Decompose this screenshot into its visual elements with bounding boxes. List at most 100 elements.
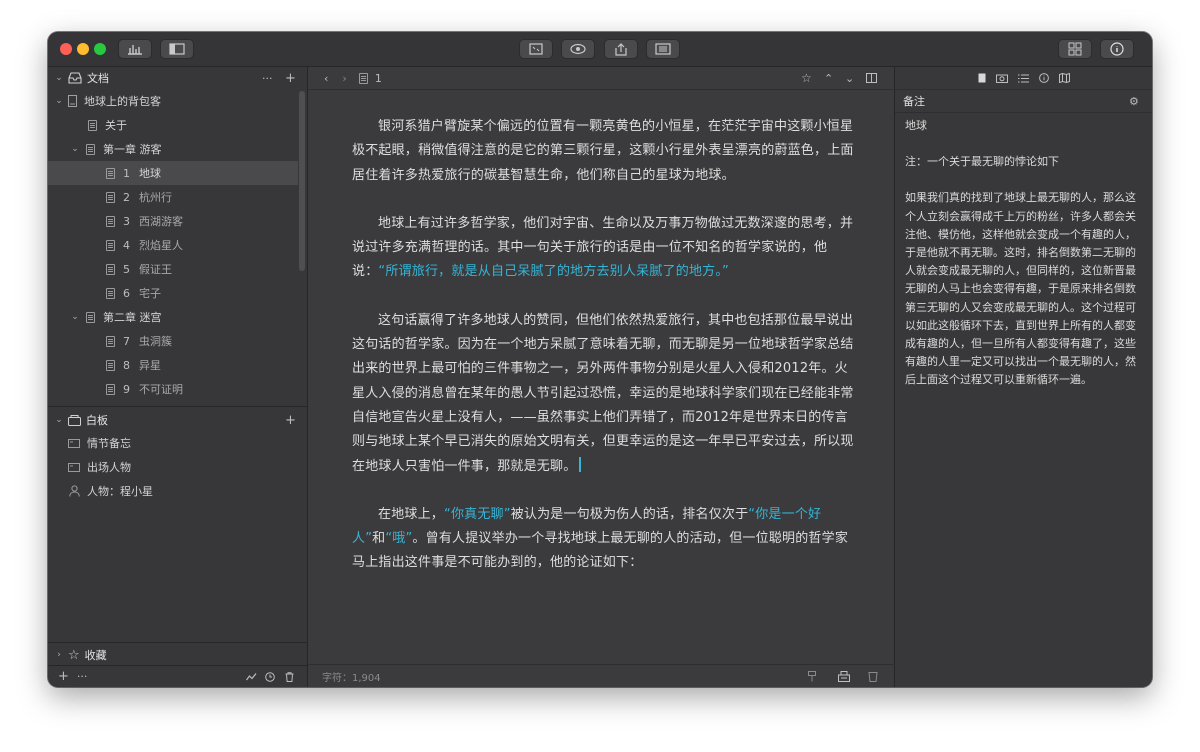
inspector-tabs: [895, 67, 1152, 90]
whiteboard-item-characters[interactable]: 出场人物: [48, 455, 298, 479]
document-icon: [106, 383, 115, 395]
sidebar-item-ch1-2[interactable]: 2 杭州行: [48, 185, 298, 209]
sidebar-item-about[interactable]: 关于: [48, 113, 298, 137]
notes-header-label: 备注: [903, 95, 925, 108]
minimize-button[interactable]: [77, 43, 89, 55]
word-count: 字符：1,904: [322, 672, 381, 684]
zoom-button[interactable]: [94, 43, 106, 55]
clock-icon[interactable]: [265, 671, 275, 682]
item-number: 8: [123, 358, 130, 372]
export-button[interactable]: [604, 39, 638, 59]
sidebar-item-ch2-9[interactable]: 9 不可证明: [48, 377, 298, 401]
chevron-down-icon[interactable]: ⌄: [52, 415, 66, 425]
close-button[interactable]: [60, 43, 72, 55]
add-card-button[interactable]: +: [285, 413, 296, 428]
trend-icon[interactable]: [246, 672, 257, 681]
list-icon[interactable]: [1018, 74, 1029, 83]
folder-document-icon: [86, 311, 95, 323]
item-number: 5: [123, 262, 130, 276]
documents-header-label: 文档: [87, 72, 109, 85]
split-view-icon[interactable]: [866, 73, 877, 83]
whiteboard-item-person[interactable]: 人物：程小星: [48, 479, 298, 503]
document-icon: [88, 119, 97, 131]
text-run: 这句话赢得了许多地球人的赞同，但他们依然热爱旅行，其中也包括那位最早说出这句话的…: [352, 312, 854, 474]
add-button[interactable]: +: [58, 669, 69, 684]
person-icon: [69, 485, 80, 497]
project-label: 地球上的背包客: [84, 95, 161, 108]
more-options-button[interactable]: ···: [262, 72, 273, 85]
app-window: ⌄ 文档 ··· + ⌄ 地球上的背包客 关于 ⌄ 第一章 游客 1 地球 2 …: [48, 32, 1152, 687]
inspector-pane: 备注 ⚙ 地球 注：一个关于最无聊的悖论如下 如果我们真的找到了地球上最无聊的人…: [894, 67, 1152, 687]
chapter-1-folder[interactable]: ⌄ 第一章 游客: [48, 137, 298, 161]
eye-icon: [570, 43, 586, 55]
preview-button[interactable]: [561, 39, 595, 59]
chapter-label: 第二章 迷宫: [103, 311, 162, 324]
sidebar-item-label: 虫洞簇: [139, 335, 172, 348]
sidebar-icon: [169, 43, 185, 55]
notes-header: 备注 ⚙: [895, 90, 1152, 113]
sidebar-item-label: 关于: [105, 119, 127, 132]
item-number: 4: [123, 238, 130, 252]
documents-section-header[interactable]: ⌄ 文档 ··· +: [48, 67, 307, 89]
typewriter-icon[interactable]: [838, 670, 850, 682]
map-icon[interactable]: [1059, 73, 1070, 83]
sidebar-item-ch2-8[interactable]: 8 异星: [48, 353, 298, 377]
text-run: 被认为是一句极为伤人的话，排名仅次于: [510, 506, 749, 522]
highlighted-quote: “哦”: [385, 531, 413, 547]
note-body: 如果我们真的找到了地球上最无聊的人，那么这个人立刻会赢得成千上万的粉丝，许多人都…: [905, 191, 1136, 387]
whiteboard-section-header[interactable]: ⌄ 白板 +: [48, 409, 307, 431]
chevron-down-icon[interactable]: ⌄: [68, 144, 82, 154]
editor-content[interactable]: 银河系猎户臂旋某个偏远的位置有一颗亮黄色的小恒星，在茫茫宇宙中这颗小恒星极不起眼…: [352, 115, 854, 600]
more-button[interactable]: ···: [77, 670, 88, 683]
chevron-right-icon[interactable]: ›: [52, 650, 66, 660]
favorites-section-header[interactable]: › ☆ 收藏: [48, 644, 307, 666]
info-icon[interactable]: [1039, 73, 1049, 83]
toggle-sidebar-button[interactable]: [160, 39, 194, 59]
highlighted-quote: “你真无聊”: [444, 506, 511, 522]
whiteboard-item-plot[interactable]: 情节备忘: [48, 431, 298, 455]
item-number: 1: [123, 166, 130, 180]
section-divider: [48, 642, 307, 643]
list-icon: [655, 43, 671, 55]
project-item[interactable]: ⌄ 地球上的背包客: [48, 89, 298, 113]
focus-mode-button[interactable]: [519, 39, 553, 59]
star-icon: ☆: [68, 647, 80, 663]
add-document-button[interactable]: +: [285, 71, 296, 86]
sidebar-item-ch1-3[interactable]: 3 西湖游客: [48, 209, 298, 233]
section-divider: [48, 406, 307, 407]
goal-icon[interactable]: [868, 671, 878, 682]
outline-button[interactable]: [646, 39, 680, 59]
next-icon[interactable]: ⌄: [845, 72, 854, 85]
sidebar-item-ch1-4[interactable]: 4 烈焰星人: [48, 233, 298, 257]
chevron-down-icon[interactable]: ⌄: [52, 96, 66, 106]
editor-pane: ‹ › 1 ☆ ⌃ ⌄ 银河系猎户臂旋某个偏远的位置有一颗亮黄色的小恒星，在茫茫…: [308, 67, 893, 687]
expand-icon: [529, 43, 543, 55]
library-button[interactable]: [1058, 39, 1092, 59]
sidebar-item-ch1-6[interactable]: 6 宅子: [48, 281, 298, 305]
sidebar-item-ch1-1[interactable]: 1 地球: [48, 161, 298, 185]
inspector-button[interactable]: [1100, 39, 1134, 59]
chapter-2-folder[interactable]: ⌄ 第二章 迷宫: [48, 305, 298, 329]
sidebar-item-label: 不可证明: [139, 383, 183, 396]
sidebar-scrollbar[interactable]: [299, 91, 305, 271]
document-icon: [106, 191, 115, 203]
item-number: 2: [123, 190, 130, 204]
chevron-down-icon[interactable]: ⌄: [52, 73, 66, 83]
title-bar: [48, 32, 1152, 67]
book-icon: [68, 95, 77, 107]
notes-content[interactable]: 地球 注：一个关于最无聊的悖论如下 如果我们真的找到了地球上最无聊的人，那么这个…: [905, 117, 1143, 408]
favorite-star-icon[interactable]: ☆: [801, 71, 812, 85]
chevron-down-icon[interactable]: ⌄: [68, 312, 82, 322]
sidebar-item-ch2-7[interactable]: 7 虫洞簇: [48, 329, 298, 353]
sidebar-item-ch1-5[interactable]: 5 假证王: [48, 257, 298, 281]
text-cursor: [579, 456, 582, 472]
statistics-button[interactable]: [118, 39, 152, 59]
previous-icon[interactable]: ⌃: [824, 72, 833, 85]
note-tab-icon[interactable]: [978, 73, 986, 83]
gear-icon[interactable]: ⚙: [1129, 95, 1139, 108]
camera-icon[interactable]: [996, 73, 1008, 83]
back-icon[interactable]: ‹: [324, 72, 328, 85]
forward-icon[interactable]: ›: [342, 72, 346, 85]
format-brush-icon[interactable]: [808, 670, 816, 682]
trash-icon[interactable]: [285, 671, 294, 682]
